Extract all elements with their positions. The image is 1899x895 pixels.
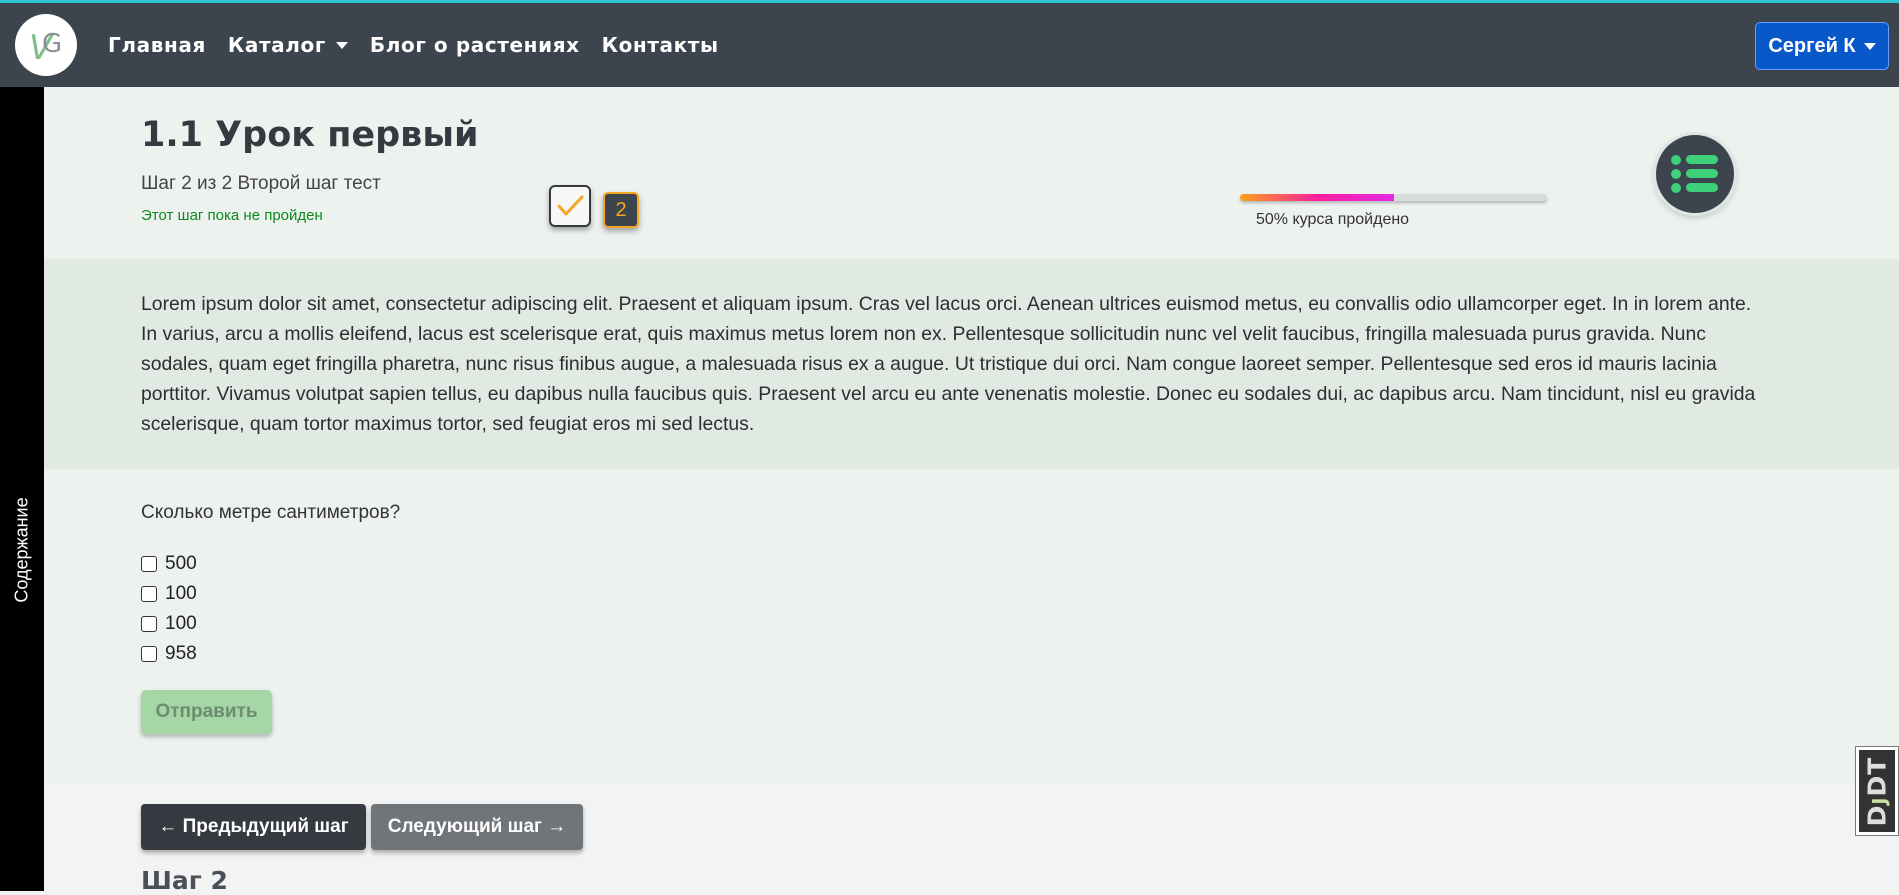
- sidebar-label: Содержание: [11, 497, 32, 603]
- checkmark-icon: [557, 195, 584, 216]
- next-step-button[interactable]: Следующий шаг →: [371, 804, 583, 850]
- checkbox[interactable]: [141, 616, 157, 632]
- user-menu-button[interactable]: Сергей К: [1755, 22, 1889, 70]
- option-label: 958: [165, 643, 197, 664]
- checkbox[interactable]: [141, 646, 157, 662]
- quiz-option-1[interactable]: 500: [141, 553, 197, 575]
- djdt-inner: DJDT: [1859, 750, 1895, 832]
- caret-down-icon: [1863, 42, 1876, 50]
- nav-blog-link[interactable]: Блог о растениях: [370, 33, 580, 57]
- option-label: 100: [165, 583, 197, 604]
- contents-sidebar[interactable]: Содержание: [0, 87, 44, 891]
- option-label: 500: [165, 553, 197, 574]
- quiz-option-2[interactable]: 100: [141, 583, 197, 605]
- django-debug-toolbar-handle[interactable]: DJDT: [1855, 746, 1899, 836]
- svg-text:G: G: [42, 29, 62, 59]
- nav-links: Главная Каталог Блог о растениях Контакт…: [108, 33, 719, 57]
- nav-contacts-label: Контакты: [601, 33, 719, 57]
- site-logo[interactable]: V G: [15, 14, 77, 76]
- step-2-button[interactable]: 2: [603, 192, 639, 228]
- lesson-menu-button[interactable]: [1656, 135, 1734, 213]
- step-info: Шаг 2 из 2 Второй шаг тест: [141, 173, 381, 194]
- course-progress-fill: [1240, 194, 1394, 201]
- nav-contacts-link[interactable]: Контакты: [602, 33, 719, 57]
- quiz-option-4[interactable]: 958: [141, 643, 197, 665]
- nav-catalog-label: Каталог: [227, 33, 326, 57]
- checkbox[interactable]: [141, 586, 157, 602]
- step-1-completed-button[interactable]: [549, 185, 591, 227]
- caret-down-icon: [335, 41, 348, 49]
- course-progress-label: 50% курса пройдено: [1256, 211, 1410, 228]
- nav-catalog-dropdown[interactable]: Каталог: [228, 33, 348, 57]
- quiz-question: Сколько метре сантиметров?: [141, 502, 401, 523]
- checkbox[interactable]: [141, 556, 157, 572]
- list-menu-icon: [1671, 155, 1718, 193]
- course-progress-bar: [1240, 194, 1547, 201]
- nav-home-label: Главная: [108, 33, 206, 57]
- user-name: Сергей К: [1768, 34, 1856, 57]
- submit-button[interactable]: Отправить: [141, 690, 272, 734]
- quiz-option-3[interactable]: 100: [141, 613, 197, 635]
- top-navbar: V G Главная Каталог Блог о растениях Кон…: [0, 3, 1899, 87]
- djdt-label: DJDT: [1862, 756, 1892, 826]
- previous-step-button[interactable]: ← Предыдущий шаг: [141, 804, 366, 850]
- step-text: Lorem ipsum dolor sit amet, consectetur …: [141, 293, 1756, 435]
- step-status: Этот шаг пока не пройден: [141, 207, 323, 224]
- nav-blog-label: Блог о растениях: [369, 33, 580, 57]
- lesson-title: 1.1 Урок первый: [141, 115, 479, 155]
- nav-home-link[interactable]: Главная: [108, 33, 206, 57]
- option-label: 100: [165, 613, 197, 634]
- logo-icon: V G: [29, 28, 62, 68]
